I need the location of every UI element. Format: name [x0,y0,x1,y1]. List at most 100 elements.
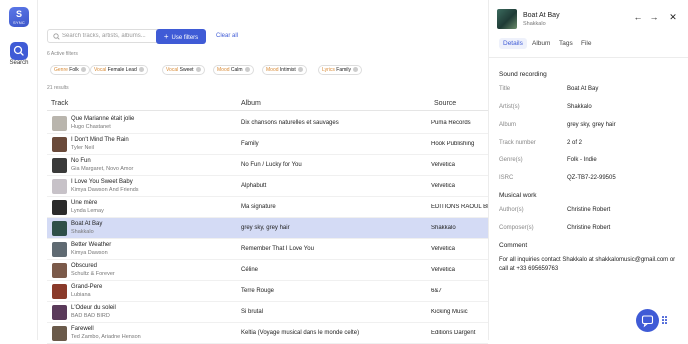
remove-chip-icon[interactable] [195,67,201,72]
track-album[interactable]: Ma signature [241,204,276,210]
chat-button[interactable] [636,309,659,332]
track-title[interactable]: Que Marianne était jolie [71,116,134,122]
track-title[interactable]: Boat At Bay [71,221,102,227]
track-artist[interactable]: Ted Zambo, Ariadne Henson [71,334,141,340]
table-header: Track Album Source [47,99,488,111]
track-artist[interactable]: Tyler Neil [71,145,94,151]
remove-chip-icon[interactable] [138,67,144,72]
track-title[interactable]: Une mère [71,200,97,206]
track-title[interactable]: L'Odeur du soleil [71,305,116,311]
track-artist[interactable]: Shakkalo [71,229,94,235]
track-album[interactable]: Dix chansons naturelles et sauvages [241,120,339,126]
details-panel: Boat At Bay Shakkalo ← → ✕ Details Album… [488,0,688,340]
chip-value: Female Lead [107,67,137,73]
remove-chip-icon[interactable] [80,67,86,72]
track-row[interactable]: Farewell Ted Zambo, Ariadne Henson Keltia … [47,323,488,344]
track-row[interactable]: Une mère Lynda Lemay Ma signature EDITIONS … [47,197,488,218]
nav-rail: S SYNC Search [0,0,38,340]
track-title[interactable]: Obscured [71,263,97,269]
filter-chip[interactable]: Mood Intimist [262,65,307,75]
track-thumbnail [52,326,67,341]
use-filters-button[interactable]: + Use filters [156,29,206,44]
track-artist[interactable]: Gia Margaret, Novo Amor [71,166,133,172]
track-artist[interactable]: Hugo Chastanet [71,124,111,130]
track-thumbnail [52,179,67,194]
track-row[interactable]: I Don't Mind The Rain Tyler Neil Family Hoo… [47,134,488,155]
remove-chip-icon[interactable] [353,67,358,72]
tab-tags[interactable]: Tags [559,40,573,47]
track-row[interactable]: Que Marianne était jolie Hugo Chastanet Di… [47,113,488,134]
track-album[interactable]: Remember That I Love You [241,246,314,252]
close-icon[interactable]: ✕ [667,11,679,23]
track-title[interactable]: No Fun [71,158,91,164]
track-artist[interactable]: BAD BAD BIRD [71,313,110,319]
column-header-album[interactable]: Album [241,100,261,107]
logo-text: SYNC [13,20,25,25]
next-arrow-icon[interactable]: → [648,11,660,23]
previous-arrow-icon[interactable]: ← [632,11,644,23]
track-source: Velvetica [431,183,456,189]
field-label-authors: Author(s) [499,207,524,213]
remove-chip-icon[interactable] [244,67,250,72]
track-row[interactable]: No Fun Gia Margaret, Novo Amor No Fun / Lu… [47,155,488,176]
track-thumbnail [52,221,67,236]
column-header-source[interactable]: Source [434,100,456,107]
track-source: Puma Records [431,120,471,126]
track-artist[interactable]: Lubiana [71,292,91,298]
track-title[interactable]: Farewell [71,326,94,332]
track-album[interactable]: Céline [241,267,258,273]
filter-chip[interactable]: Genre Folk [50,65,90,75]
track-title[interactable]: I Love You Sweet Baby [71,179,133,185]
tab-album[interactable]: Album [532,40,550,47]
track-artist[interactable]: Lynda Lemay [71,208,104,214]
filter-chip[interactable]: Vocal Sweet [162,65,205,75]
track-row[interactable]: I Love You Sweet Baby Kimya Dawson And Fr… [47,176,488,197]
panel-track-artist: Shakkalo [523,21,546,27]
track-row[interactable]: L'Odeur du soleil BAD BAD BIRD Si brutal Ki… [47,302,488,323]
column-header-track[interactable]: Track [51,100,68,107]
track-album[interactable]: No Fun / Lucky for You [241,162,302,168]
chip-key: Mood [217,67,230,73]
filter-chip[interactable]: Lyrics Family [318,65,362,75]
app-logo[interactable]: S SYNC [9,7,29,27]
chip-value: Calm [230,67,243,73]
tab-file[interactable]: File [581,40,591,47]
drag-handle-icon[interactable] [662,316,668,325]
chip-key: Genre [54,67,68,73]
track-row[interactable]: Obscured Schultz & Forever Céline Velvetica [47,260,488,281]
track-artist[interactable]: Schultz & Forever [71,271,115,277]
track-source: Editions Dargent [431,330,476,336]
nav-search-button[interactable] [10,42,28,60]
track-album[interactable]: Family [241,141,259,147]
active-filters-count: 6 Active filters [47,51,78,57]
track-title[interactable]: Better Weather [71,242,111,248]
tab-details[interactable]: Details [499,38,527,49]
field-value-artists: Shakkalo [567,104,592,110]
plus-icon: + [163,32,169,41]
track-title[interactable]: I Don't Mind The Rain [71,137,129,143]
remove-chip-icon[interactable] [297,67,303,72]
track-thumbnail [52,200,67,215]
panel-divider [489,57,688,58]
track-album[interactable]: Alphabutt [241,183,266,189]
track-artist[interactable]: Kimya Dawson And Friends [71,187,139,193]
track-thumbnail [52,158,67,173]
track-row[interactable]: Grand-Pere Lubiana Terre Rouge 6&7 [47,281,488,302]
clear-all-link[interactable]: Clear all [216,33,238,39]
main-content: +Use filters Clear all 6 Active filters … [38,0,488,344]
track-title[interactable]: Grand-Pere [71,284,102,290]
track-artist[interactable]: Kimya Dawson [71,250,108,256]
filter-chip[interactable]: Vocal Female Lead [90,65,148,75]
track-album[interactable]: Keltia (Voyage musical dans le monde cel… [241,330,359,336]
filter-chip[interactable]: Mood Calm [213,65,254,75]
track-album[interactable]: Terre Rouge [241,288,274,294]
track-row[interactable]: Boat At Bay Shakkalo grey sky, grey hair Sh… [47,218,488,239]
field-value-genres: Folk - Indie [567,157,597,163]
field-label-genres: Genre(s) [499,157,523,163]
track-album[interactable]: grey sky, grey hair [241,225,290,231]
chip-value: Folk [69,67,79,73]
track-row[interactable]: Better Weather Kimya Dawson Remember That … [47,239,488,260]
track-album[interactable]: Si brutal [241,309,263,315]
field-value-composers: Christine Robert [567,225,611,231]
field-label-track-number: Track number [499,140,536,146]
